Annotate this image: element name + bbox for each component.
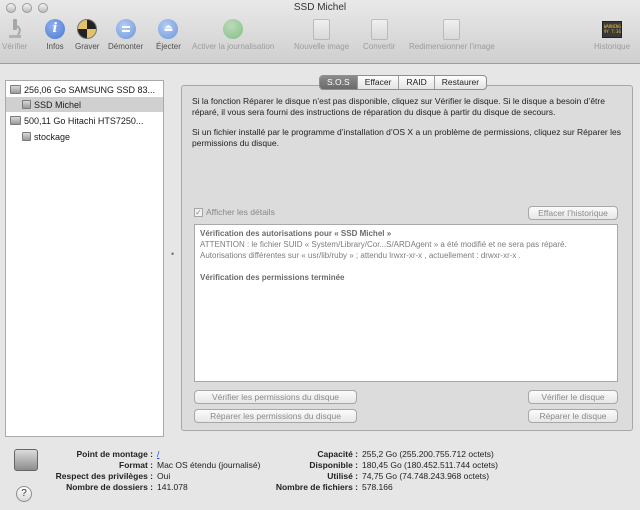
show-details-label: Afficher les détails bbox=[206, 207, 275, 217]
sidebar-item-ssd-michel[interactable]: SSD Michel bbox=[6, 97, 163, 112]
tab-raid[interactable]: RAID bbox=[399, 76, 435, 89]
new-image-toolbar-button[interactable]: Nouvelle image bbox=[294, 18, 349, 51]
journaling-icon bbox=[222, 18, 244, 40]
log-line: ATTENTION : le fichier SUID « System/Lib… bbox=[200, 240, 567, 249]
split-view-handle[interactable]: • bbox=[171, 249, 174, 259]
checkmark-icon: ✓ bbox=[194, 207, 203, 217]
verify-disk-button[interactable]: Vérifier le disque bbox=[528, 390, 618, 404]
log-line: Autorisations différentes sur « usr/lib/… bbox=[200, 251, 521, 260]
tab-first-aid[interactable]: S.O.S bbox=[320, 76, 358, 89]
log-icon-text: WARNING 9Y 7:36 bbox=[602, 20, 622, 38]
sidebar-item-label: stockage bbox=[34, 131, 71, 142]
used-label: Utilisé : bbox=[327, 471, 358, 481]
convert-label: Convertir bbox=[363, 42, 396, 51]
repair-permissions-button[interactable]: Réparer les permissions du disque bbox=[194, 409, 357, 423]
unmount-label: Démonter bbox=[108, 42, 144, 51]
sidebar-item-label: 500,11 Go Hitachi HTS7250... bbox=[24, 115, 144, 126]
sidebar-item-label: 256,06 Go SAMSUNG SSD 83... bbox=[24, 84, 156, 95]
repair-disk-button[interactable]: Réparer le disque bbox=[528, 409, 618, 423]
log-toolbar-button[interactable]: WARNING 9Y 7:36 Historique bbox=[594, 18, 630, 51]
files-value: 578.166 bbox=[362, 482, 393, 492]
ownership-value: Oui bbox=[157, 471, 171, 481]
burn-disc-icon bbox=[76, 18, 98, 40]
window-toolbar: SSD Michel Vérifier i Infos Graver Démon… bbox=[0, 0, 640, 64]
convert-toolbar-button[interactable]: Convertir bbox=[363, 18, 395, 51]
unmount-icon bbox=[115, 18, 137, 40]
convert-icon bbox=[368, 18, 390, 40]
volume-icon bbox=[22, 132, 31, 141]
microscope-icon bbox=[4, 18, 26, 40]
resize-image-label: Redimensionner l’image bbox=[409, 42, 495, 51]
enable-journaling-label: Activer la journalisation bbox=[192, 42, 275, 51]
sidebar-item-label: SSD Michel bbox=[34, 99, 82, 110]
verify-toolbar-button[interactable]: Vérifier bbox=[2, 18, 27, 51]
verify-label: Vérifier bbox=[2, 42, 28, 51]
disk-list[interactable]: 256,06 Go SAMSUNG SSD 83... SSD Michel 5… bbox=[5, 80, 164, 437]
help-button[interactable]: ? bbox=[16, 486, 32, 502]
format-label: Format : bbox=[119, 460, 153, 470]
unmount-toolbar-button[interactable]: Démonter bbox=[108, 18, 143, 51]
log-line: Vérification des permissions terminée bbox=[200, 273, 345, 282]
clear-history-button[interactable]: Effacer l’historique bbox=[528, 206, 618, 220]
verify-permissions-button[interactable]: Vérifier les permissions du disque bbox=[194, 390, 357, 404]
hard-disk-icon bbox=[10, 116, 21, 125]
resize-image-toolbar-button[interactable]: Redimensionner l’image bbox=[409, 18, 495, 51]
folders-value: 141.078 bbox=[157, 482, 188, 492]
new-image-icon bbox=[311, 18, 333, 40]
folders-label: Nombre de dossiers : bbox=[66, 482, 153, 492]
format-value: Mac OS étendu (journalisé) bbox=[157, 460, 261, 470]
available-label: Disponible : bbox=[309, 460, 358, 470]
info-icon: i bbox=[44, 18, 66, 40]
permissions-info-text: Si un fichier installé par le programme … bbox=[192, 127, 621, 148]
sidebar-item-samsung-disk[interactable]: 256,06 Go SAMSUNG SSD 83... bbox=[6, 82, 163, 97]
capacity-label: Capacité : bbox=[317, 449, 358, 459]
ownership-label: Respect des privilèges : bbox=[55, 471, 153, 481]
burn-toolbar-button[interactable]: Graver bbox=[75, 18, 99, 51]
hard-disk-icon bbox=[10, 85, 21, 94]
tab-erase[interactable]: Effacer bbox=[358, 76, 400, 89]
selected-volume-icon bbox=[14, 449, 38, 471]
eject-icon: ⏏ bbox=[157, 18, 179, 40]
tab-bar: S.O.S Effacer RAID Restaurer bbox=[319, 75, 488, 90]
log-label: Historique bbox=[594, 42, 631, 51]
used-value: 74,75 Go (74.748.243.968 octets) bbox=[362, 471, 490, 481]
new-image-label: Nouvelle image bbox=[294, 42, 350, 51]
info-label: Infos bbox=[46, 42, 64, 51]
resize-image-icon bbox=[441, 18, 463, 40]
eject-label: Éjecter bbox=[156, 42, 181, 51]
first-aid-info-text: Si la fonction Réparer le disque n’est p… bbox=[192, 96, 605, 117]
log-console-icon: WARNING 9Y 7:36 bbox=[601, 18, 623, 40]
show-details-checkbox[interactable]: ✓ Afficher les détails bbox=[194, 207, 275, 217]
volume-icon bbox=[22, 100, 31, 109]
sidebar-item-hitachi-disk[interactable]: 500,11 Go Hitachi HTS7250... bbox=[6, 113, 163, 128]
info-toolbar-button[interactable]: i Infos bbox=[44, 18, 66, 51]
enable-journaling-toolbar-button[interactable]: Activer la journalisation bbox=[192, 18, 274, 51]
log-line: Vérification des autorisations pour « SS… bbox=[200, 229, 392, 238]
first-aid-log[interactable]: Vérification des autorisations pour « SS… bbox=[194, 224, 618, 382]
available-value: 180,45 Go (180.452.511.744 octets) bbox=[362, 460, 498, 470]
capacity-value: 255,2 Go (255.200.755.712 octets) bbox=[362, 449, 494, 459]
files-label: Nombre de fichiers : bbox=[275, 482, 358, 492]
eject-toolbar-button[interactable]: ⏏ Éjecter bbox=[156, 18, 181, 51]
window-title: SSD Michel bbox=[293, 2, 347, 13]
mount-point-link[interactable]: / bbox=[157, 449, 159, 459]
mount-point-label: Point de montage : bbox=[76, 449, 154, 459]
burn-label: Graver bbox=[75, 42, 100, 51]
tab-restore[interactable]: Restaurer bbox=[435, 76, 486, 89]
sidebar-item-stockage[interactable]: stockage bbox=[6, 129, 163, 144]
